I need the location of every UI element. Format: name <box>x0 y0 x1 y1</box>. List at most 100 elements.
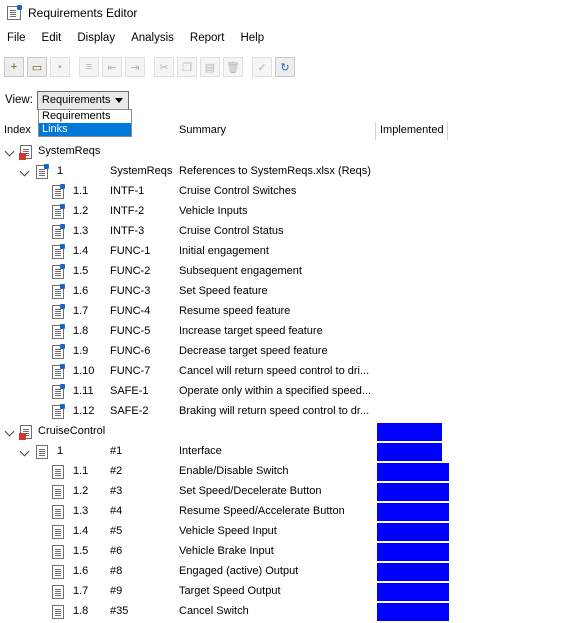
row-index: 1.5 <box>73 545 89 557</box>
requirement-row[interactable]: 1.1 #2 Enable/Disable Switch <box>0 462 572 482</box>
requirement-row[interactable]: 1.1 INTF-1 Cruise Control Switches <box>0 182 572 202</box>
row-summary: Vehicle Brake Input <box>179 545 274 557</box>
implemented-bar <box>377 583 449 601</box>
view-option-links[interactable]: Links <box>39 123 131 136</box>
requirement-row[interactable]: 1.5 FUNC-2 Subsequent engagement <box>0 262 572 282</box>
row-id: FUNC-4 <box>110 305 151 317</box>
view-option-requirements[interactable]: Requirements <box>39 110 131 123</box>
menu-display[interactable]: Display <box>69 32 123 44</box>
requirement-row[interactable]: 1.7 FUNC-4 Resume speed feature <box>0 302 572 322</box>
check-icon: ✓ <box>257 61 267 74</box>
row-id: #9 <box>110 585 123 597</box>
reference-icon <box>52 284 65 299</box>
requirement-row[interactable]: 1.3 INTF-3 Cruise Control Status <box>0 222 572 242</box>
column-divider[interactable] <box>375 122 376 140</box>
new-set-button[interactable]: + <box>4 57 24 77</box>
toolbar: + ▭ ▪ ≡ ⇤ ⇥ ✂ ❐ ▤ 🗑 ✓ ↻ <box>4 55 298 79</box>
implemented-bar <box>377 563 449 581</box>
add-justification-button[interactable]: ⇥ <box>125 57 145 77</box>
requirement-icon <box>52 465 64 479</box>
row-summary: Increase target speed feature <box>179 325 323 337</box>
row-summary: Set Speed feature <box>179 285 268 297</box>
save-button[interactable]: ▪ <box>50 57 70 77</box>
chevron-down-icon[interactable] <box>4 426 15 437</box>
requirement-row[interactable]: 1 SystemReqs References to SystemReqs.xlsx… <box>0 162 572 182</box>
set-name: SystemReqs <box>38 145 101 157</box>
implemented-bar <box>377 503 449 521</box>
add-child-icon: ⇤ <box>107 61 117 74</box>
row-summary: Braking will return speed control to dr.… <box>179 405 370 417</box>
requirement-row[interactable]: 1.6 #8 Engaged (active) Output <box>0 562 572 582</box>
reference-icon <box>52 404 65 419</box>
row-index: 1.5 <box>73 265 89 277</box>
requirement-row[interactable]: 1.5 #6 Vehicle Brake Input <box>0 542 572 562</box>
requirement-row[interactable]: 1.2 INTF-2 Vehicle Inputs <box>0 202 572 222</box>
chevron-down-icon[interactable] <box>4 146 15 157</box>
requirement-row[interactable]: 1.3 #4 Resume Speed/Accelerate Button <box>0 502 572 522</box>
check-button[interactable]: ✓ <box>252 57 272 77</box>
copy-icon: ❐ <box>182 61 192 74</box>
requirement-row[interactable]: 1.7 #9 Target Speed Output <box>0 582 572 602</box>
requirement-row[interactable]: 1.4 FUNC-1 Initial engagement <box>0 242 572 262</box>
open-folder-button[interactable]: ▭ <box>27 57 47 77</box>
column-index[interactable]: Index <box>4 124 31 136</box>
reference-icon <box>52 344 65 359</box>
row-index: 1.3 <box>73 505 89 517</box>
row-index: 1.4 <box>73 525 89 537</box>
column-implemented[interactable]: Implemented <box>380 124 444 136</box>
menu-help[interactable]: Help <box>232 32 272 44</box>
row-summary: Set Speed/Decelerate Button <box>179 485 322 497</box>
row-summary: Decrease target speed feature <box>179 345 328 357</box>
row-id: FUNC-1 <box>110 245 151 257</box>
requirement-icon <box>36 445 48 459</box>
implemented-bar <box>377 423 442 441</box>
column-divider[interactable] <box>447 122 448 140</box>
requirement-row[interactable]: 1.8 FUNC-5 Increase target speed feature <box>0 322 572 342</box>
row-id: #1 <box>110 445 123 457</box>
requirement-row[interactable]: 1.4 #5 Vehicle Speed Input <box>0 522 572 542</box>
set-row[interactable]: CruiseControl <box>0 422 572 442</box>
menu-analysis[interactable]: Analysis <box>123 32 182 44</box>
set-row[interactable]: SystemReqs <box>0 142 572 162</box>
row-id: FUNC-5 <box>110 325 151 337</box>
row-summary: Target Speed Output <box>179 585 281 597</box>
delete-button[interactable]: 🗑 <box>223 57 243 77</box>
menu-file[interactable]: File <box>0 32 34 44</box>
requirement-row[interactable]: 1.9 FUNC-6 Decrease target speed feature <box>0 342 572 362</box>
requirement-row[interactable]: 1.6 FUNC-3 Set Speed feature <box>0 282 572 302</box>
add-requirement-button[interactable]: ≡ <box>79 57 99 77</box>
copy-button[interactable]: ❐ <box>177 57 197 77</box>
chevron-down-icon[interactable] <box>19 446 30 457</box>
view-selected-value: Requirements <box>41 94 111 106</box>
requirement-row[interactable]: 1.11 SAFE-1 Operate only within a specifie… <box>0 382 572 402</box>
chevron-down-icon[interactable] <box>19 166 30 177</box>
row-id: #5 <box>110 525 123 537</box>
requirement-row[interactable]: 1.10 FUNC-7 Cancel will return speed contr… <box>0 362 572 382</box>
row-index: 1 <box>57 445 64 457</box>
requirement-row[interactable]: 1.2 #3 Set Speed/Decelerate Button <box>0 482 572 502</box>
open-folder-icon: ▭ <box>31 61 43 74</box>
requirement-icon <box>52 525 64 539</box>
requirement-icon <box>52 605 64 619</box>
menu-edit[interactable]: Edit <box>34 32 70 44</box>
requirement-row[interactable]: 1.8 #35 Cancel Switch <box>0 602 572 622</box>
menu-report[interactable]: Report <box>182 32 233 44</box>
refresh-button[interactable]: ↻ <box>275 57 295 77</box>
window-title: Requirements Editor <box>28 6 138 20</box>
requirement-row[interactable]: 1.12 SAFE-2 Braking will return speed cont… <box>0 402 572 422</box>
implemented-bar <box>377 443 442 461</box>
row-summary: Engaged (active) Output <box>179 565 299 577</box>
requirement-row[interactable]: 1 #1 Interface <box>0 442 572 462</box>
row-summary: Cancel will return speed control to dri.… <box>179 365 370 377</box>
cut-button[interactable]: ✂ <box>154 57 174 77</box>
row-id: SAFE-1 <box>110 385 149 397</box>
row-summary: Cancel Switch <box>179 605 249 617</box>
row-index: 1.12 <box>73 405 95 417</box>
column-summary[interactable]: Summary <box>179 124 226 136</box>
row-summary: Operate only within a specified speed... <box>179 385 372 397</box>
add-child-button[interactable]: ⇤ <box>102 57 122 77</box>
view-select[interactable]: Requirements <box>36 90 129 110</box>
paste-button[interactable]: ▤ <box>200 57 220 77</box>
row-index: 1.7 <box>73 305 89 317</box>
reference-icon <box>36 164 49 179</box>
